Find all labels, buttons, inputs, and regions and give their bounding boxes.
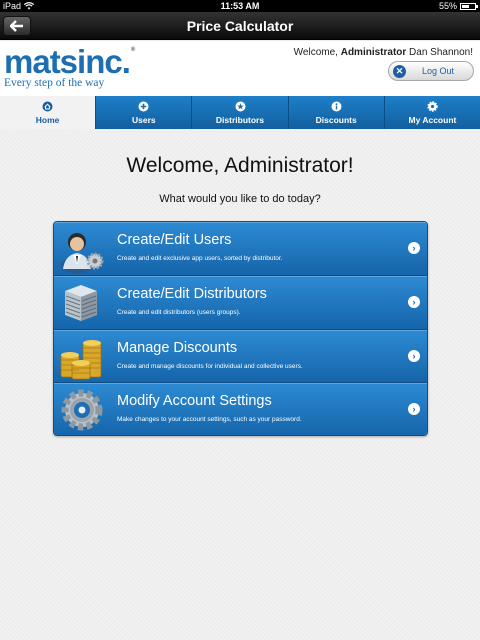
tab-users[interactable]: Users: [95, 96, 192, 129]
menu-item-manage-discounts[interactable]: Manage Discounts Create and manage disco…: [54, 329, 427, 384]
page-title: Welcome, Administrator!: [126, 154, 354, 177]
user-gear-icon: [61, 233, 104, 273]
chevron-right-icon: ›: [408, 403, 420, 416]
gear-icon: [427, 100, 438, 112]
tab-discounts[interactable]: Discounts: [287, 96, 384, 129]
gear-icon: [61, 389, 103, 431]
tab-distributors[interactable]: Distributors: [191, 96, 288, 129]
page-subtitle: What would you like to do today?: [159, 193, 321, 205]
server-stack-icon: [65, 284, 97, 321]
menu-item-title: Modify Account Settings: [117, 393, 272, 410]
tab-distributors-label: Distributors: [215, 114, 265, 125]
menu-item-create-edit-distributors[interactable]: Create/Edit Distributors Create and edit…: [54, 275, 427, 330]
chevron-right-icon: ›: [408, 295, 420, 308]
action-menu: Create/Edit Users Create and edit exclus…: [53, 221, 428, 436]
info-icon: [331, 101, 342, 111]
header: matsinc. ® Every step of the way Welcome,…: [0, 41, 480, 96]
menu-item-modify-account-settings[interactable]: Modify Account Settings Make changes to …: [54, 383, 427, 435]
logo-dot: .: [121, 43, 131, 80]
menu-item-description: Create and edit distributors (users grou…: [117, 308, 241, 316]
tab-bar: Home Users Distributors Discounts My Acc…: [0, 96, 480, 129]
nav-bar: Price Calculator: [0, 12, 480, 40]
menu-item-description: Make changes to your account settings, s…: [117, 416, 302, 424]
menu-item-description: Create and manage discounts for individu…: [117, 362, 303, 370]
menu-item-create-edit-users[interactable]: Create/Edit Users Create and edit exclus…: [54, 222, 427, 276]
logout-label: Log Out: [422, 66, 455, 76]
battery-percent: 55%: [438, 1, 457, 11]
tab-my-account[interactable]: My Account: [383, 96, 480, 129]
home-icon: [42, 101, 53, 111]
menu-item-title: Create/Edit Users: [117, 232, 232, 248]
welcome-message: Welcome, Administrator Dan Shannon!: [293, 47, 473, 58]
tab-discounts-label: Discounts: [315, 114, 357, 125]
matsinc-logo: matsinc. ® Every step of the way: [4, 43, 136, 89]
nav-title: Price Calculator: [186, 18, 294, 34]
star-icon: [235, 101, 245, 111]
status-bar: iPad 11:53 AM 55%: [0, 0, 480, 12]
clock: 11:53 AM: [220, 1, 260, 11]
welcome-role: Administrator: [340, 47, 407, 58]
main-content: Welcome, Administrator! What would you l…: [0, 129, 480, 640]
coin-stacks-icon: [60, 339, 102, 379]
welcome-user-name: Dan Shannon!: [406, 47, 473, 58]
menu-item-description: Create and edit exclusive app users, sor…: [117, 255, 283, 262]
menu-item-title: Create/Edit Distributors: [117, 285, 267, 302]
chevron-right-icon: ›: [408, 242, 420, 254]
tab-users-label: Users: [131, 114, 156, 125]
logo-text: matsinc: [4, 43, 123, 80]
close-icon: ✕: [393, 64, 406, 78]
menu-item-title: Manage Discounts: [117, 339, 238, 356]
logo-registered: ®: [130, 47, 136, 53]
logout-button[interactable]: ✕ Log Out: [388, 61, 474, 81]
tab-my-account-label: My Account: [408, 114, 457, 125]
chevron-right-icon: ›: [408, 349, 420, 362]
battery-icon: [460, 2, 478, 10]
plus-icon: [138, 101, 149, 111]
tab-home[interactable]: Home: [0, 96, 96, 129]
tab-home-label: Home: [35, 114, 60, 125]
